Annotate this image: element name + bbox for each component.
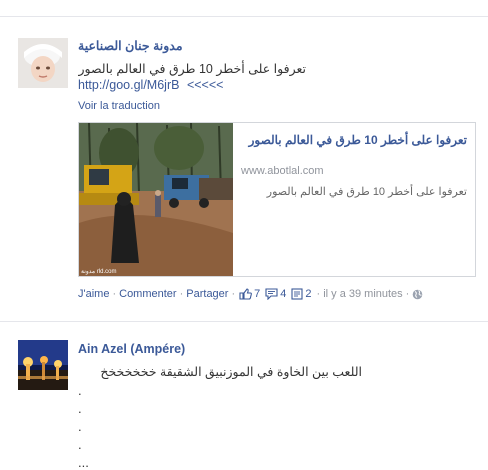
post-divider bbox=[0, 321, 488, 322]
separator: · bbox=[405, 288, 410, 300]
comment-bubble-icon bbox=[265, 288, 278, 300]
author-avatar[interactable] bbox=[18, 38, 68, 88]
translate-link[interactable]: Voir la traduction bbox=[78, 100, 160, 112]
post-link[interactable]: http://goo.gl/M6jrB <<<<< bbox=[78, 78, 223, 92]
share-link[interactable]: Partager bbox=[186, 288, 228, 300]
share-page-icon bbox=[291, 288, 303, 300]
text-line: . bbox=[78, 383, 82, 398]
shared-link-card[interactable]: مدونة rld.com تعرفوا على أخطر 10 طرق في … bbox=[78, 122, 476, 277]
shared-link-description: تعرفوا على أخطر 10 طرق في العالم بالصور bbox=[266, 186, 467, 198]
author-avatar[interactable] bbox=[18, 340, 68, 390]
globe-icon[interactable] bbox=[412, 289, 423, 300]
comment-link[interactable]: Commenter bbox=[119, 288, 176, 300]
comments-count-value: 4 bbox=[280, 288, 287, 300]
text-line: ... bbox=[78, 455, 89, 470]
likes-count-value: 7 bbox=[254, 288, 261, 300]
post-author-name[interactable]: مدونة جنان الصناعية bbox=[78, 38, 183, 53]
thumbs-up-icon bbox=[239, 288, 253, 300]
likes-count[interactable]: 7 bbox=[239, 288, 260, 300]
post-arrows: <<<<< bbox=[186, 78, 224, 92]
post-text: اللعب بين الخاوة في الموزنبيق الشقيقة خخ… bbox=[100, 365, 362, 379]
post-actions-bar: J'aime · Commenter · Partager · 7 4 2 · … bbox=[78, 288, 423, 300]
separator: · bbox=[179, 288, 184, 300]
shared-link-domain: www.abotlal.com bbox=[241, 165, 324, 177]
shares-count-value: 2 bbox=[305, 288, 312, 300]
post-text-continued: . . . . ... bbox=[78, 382, 89, 470]
comments-count[interactable]: 4 bbox=[265, 288, 286, 300]
image-watermark: مدونة rld.com bbox=[81, 269, 117, 275]
post-author-name[interactable]: Ain Azel (Ampére) bbox=[78, 342, 185, 356]
separator: · bbox=[231, 288, 236, 300]
top-divider bbox=[0, 16, 488, 17]
text-line: . bbox=[78, 419, 82, 434]
like-link[interactable]: J'aime bbox=[78, 288, 109, 300]
text-line: . bbox=[78, 437, 82, 452]
shared-link-image[interactable]: مدونة rld.com bbox=[79, 123, 233, 276]
post-text: تعرفوا على أخطر 10 طرق في العالم بالصور bbox=[78, 62, 306, 76]
post-timestamp[interactable]: il y a 39 minutes bbox=[323, 288, 402, 300]
separator: · bbox=[316, 288, 321, 300]
shared-link-title[interactable]: تعرفوا على أخطر 10 طرق في العالم بالصور bbox=[242, 132, 467, 148]
post-url[interactable]: http://goo.gl/M6jrB bbox=[78, 78, 179, 92]
text-line: . bbox=[78, 401, 82, 416]
separator: · bbox=[112, 288, 117, 300]
shares-count[interactable]: 2 bbox=[291, 288, 312, 300]
